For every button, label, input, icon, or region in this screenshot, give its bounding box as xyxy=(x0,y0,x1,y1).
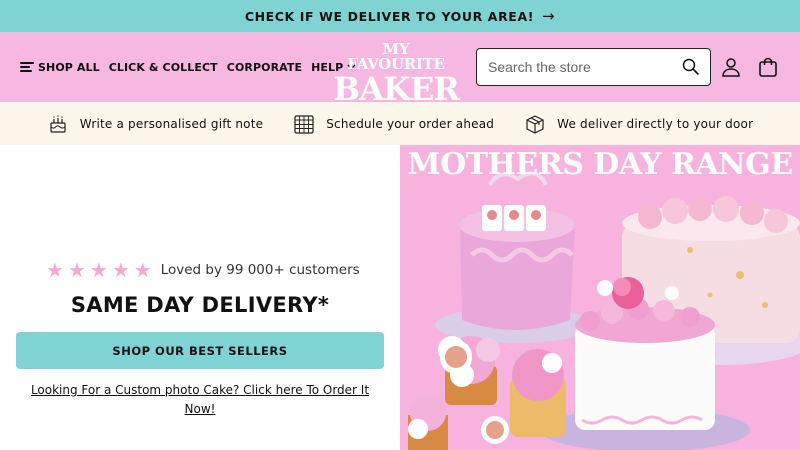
announcement-text[interactable]: CHECK IF WE DELIVER TO YOUR AREA! xyxy=(245,9,534,24)
search-box[interactable] xyxy=(476,48,711,86)
usp-gift-note-text: Write a personalised gift note xyxy=(79,116,264,131)
star-rating: ★ ★ ★ ★ ★ xyxy=(46,260,152,280)
custom-photo-cake-link[interactable]: Looking For a Custom photo Cake? Click h… xyxy=(28,381,372,419)
account-icon[interactable] xyxy=(720,56,742,78)
usp-strip: Write a personalised gift note Schedule … xyxy=(0,102,800,145)
menu-icon xyxy=(20,62,34,72)
nav-corporate[interactable]: CORPORATE xyxy=(227,61,302,74)
star-icon: ★ xyxy=(67,258,86,282)
star-icon: ★ xyxy=(111,258,130,282)
usp-delivery-text: We deliver directly to your door xyxy=(557,116,754,131)
cake-illustration xyxy=(408,171,800,450)
hero-text-panel: ★ ★ ★ ★ ★ Loved by 99 000+ customers SAM… xyxy=(0,145,400,450)
arrow-right-icon: → xyxy=(542,7,556,25)
logo-line1: MY FAVOURITE xyxy=(347,40,445,73)
cake-icon xyxy=(50,115,66,133)
hero-banner[interactable]: MOTHERS DAY RANGE xyxy=(400,145,800,450)
cart-icon[interactable] xyxy=(757,56,779,78)
star-icon: ★ xyxy=(46,258,64,282)
main-nav: SHOP ALL CLICK & COLLECT CORPORATE HELP xyxy=(20,32,356,102)
shop-best-sellers-button[interactable]: SHOP OUR BEST SELLERS xyxy=(16,332,384,369)
usp-schedule-text: Schedule your order ahead xyxy=(326,116,495,131)
star-icon: ★ xyxy=(89,258,108,282)
announcement-bar[interactable]: CHECK IF WE DELIVER TO YOUR AREA! → xyxy=(0,0,800,32)
calendar-icon xyxy=(294,114,314,134)
nav-click-collect-label: CLICK & COLLECT xyxy=(108,60,218,74)
usp-item-gift-note: Write a personalised gift note xyxy=(47,113,263,135)
box-icon xyxy=(526,114,544,134)
logo-line2: BAKER xyxy=(333,70,460,108)
site-header: SHOP ALL CLICK & COLLECT CORPORATE HELP … xyxy=(0,32,800,108)
search-input[interactable] xyxy=(488,59,682,75)
rating-text: Loved by 99 000+ customers xyxy=(160,262,360,278)
nav-click-collect[interactable]: CLICK & COLLECT xyxy=(109,61,218,74)
usp-item-schedule: Schedule your order ahead xyxy=(293,113,494,135)
site-logo[interactable]: MY FAVOURITE BAKER xyxy=(333,40,460,108)
star-icon: ★ xyxy=(133,258,152,282)
nav-shop-all-label: SHOP ALL xyxy=(38,60,100,74)
rating-row: ★ ★ ★ ★ ★ Loved by 99 000+ customers xyxy=(46,260,360,280)
usp-item-delivery: We deliver directly to your door xyxy=(524,113,753,135)
nav-corporate-label: CORPORATE xyxy=(226,60,303,74)
nav-shop-all[interactable]: SHOP ALL xyxy=(20,61,100,74)
banner-title: MOTHERS DAY RANGE xyxy=(407,147,793,182)
search-icon[interactable] xyxy=(682,58,700,76)
hero-headline: SAME DAY DELIVERY* xyxy=(70,293,330,317)
